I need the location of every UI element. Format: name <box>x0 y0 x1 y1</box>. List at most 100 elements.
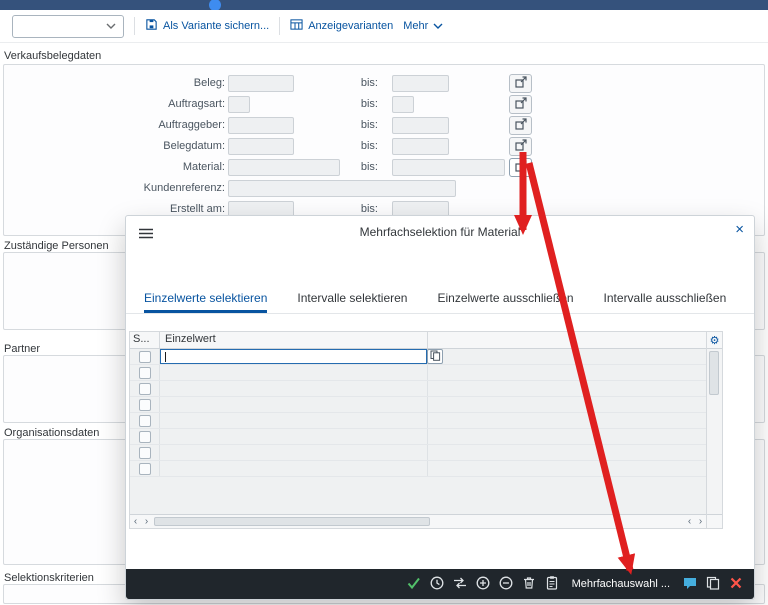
belegdatum-bis-input[interactable] <box>392 138 449 155</box>
scroll-left-icon[interactable]: ‹ <box>684 516 695 528</box>
minus-circle-icon <box>498 575 514 594</box>
cancel-button[interactable] <box>727 576 744 593</box>
row-checkbox[interactable] <box>139 431 151 443</box>
multiselect-icon <box>515 160 527 175</box>
filler-cell <box>428 397 706 412</box>
auftragsart-bis-input[interactable] <box>392 96 414 113</box>
selection-tabs: Einzelwerte selektieren Intervalle selek… <box>126 288 754 314</box>
field-label-belegdatum: Belegdatum: <box>60 140 225 152</box>
apply-button[interactable] <box>406 576 423 593</box>
filler-cell <box>428 365 706 380</box>
dialog-footer-toolbar: Mehrfachauswahl ... <box>126 569 754 599</box>
auftraggeber-bis-input[interactable] <box>392 117 449 134</box>
auftraggeber-input[interactable] <box>228 117 294 134</box>
row-checkbox[interactable] <box>139 447 151 459</box>
value-cell[interactable] <box>160 365 428 380</box>
kundenreferenz-input[interactable] <box>228 180 456 197</box>
hscroll-track[interactable] <box>152 515 684 528</box>
save-variant-icon <box>145 18 158 34</box>
beleg-multiselect-button[interactable] <box>509 74 532 93</box>
table-right-rail: ⚙ <box>706 332 722 528</box>
vertical-scrollbar[interactable] <box>707 349 722 514</box>
transfer-button[interactable] <box>452 576 469 593</box>
select-cell <box>130 413 160 428</box>
save-variant-button[interactable]: Als Variante sichern... <box>145 18 269 34</box>
cell-paste-button[interactable] <box>427 349 443 364</box>
value-cell[interactable] <box>160 397 428 412</box>
column-header-select: S... <box>130 332 160 348</box>
value-cell[interactable] <box>160 461 428 476</box>
section-title-zustaendige-personen: Zuständige Personen <box>4 240 109 252</box>
scroll-right-icon[interactable]: › <box>695 516 706 528</box>
select-cell <box>130 397 160 412</box>
row-checkbox[interactable] <box>139 463 151 475</box>
value-cell[interactable] <box>160 413 428 428</box>
horizontal-scrollbar[interactable]: ‹ › ‹ › <box>130 514 706 528</box>
value-cell[interactable] <box>160 381 428 396</box>
belegdatum-input[interactable] <box>228 138 294 155</box>
row-checkbox[interactable] <box>139 383 151 395</box>
table-row-active <box>130 349 706 365</box>
tab-einzelwerte-ausschliessen[interactable]: Einzelwerte ausschließen <box>437 288 573 313</box>
history-button[interactable] <box>429 576 446 593</box>
note-button[interactable] <box>681 576 698 593</box>
scrollbar-corner <box>707 514 722 528</box>
table-row <box>130 381 706 397</box>
auftragsart-input[interactable] <box>228 96 250 113</box>
value-cell <box>160 349 428 364</box>
copy-button[interactable] <box>704 576 721 593</box>
material-multiselect-button[interactable] <box>509 158 532 177</box>
clipboard-icon <box>544 575 560 594</box>
tab-intervalle-ausschliessen[interactable]: Intervalle ausschließen <box>604 288 727 313</box>
auftragsart-multiselect-button[interactable] <box>509 95 532 114</box>
row-checkbox[interactable] <box>139 415 151 427</box>
display-variants-button[interactable]: Anzeigevarianten <box>290 18 393 34</box>
insert-row-button[interactable] <box>475 576 492 593</box>
belegdatum-multiselect-button[interactable] <box>509 137 532 156</box>
shell-bar <box>0 0 768 10</box>
row-checkbox[interactable] <box>139 351 151 363</box>
table-header: S... Einzelwert <box>130 332 706 349</box>
value-cell[interactable] <box>160 429 428 444</box>
copy-pages-icon <box>430 349 441 364</box>
field-label-erstellt-am: Erstellt am: <box>60 203 225 215</box>
field-label-kundenreferenz: Kundenreferenz: <box>60 182 225 194</box>
vscroll-thumb[interactable] <box>709 351 719 395</box>
beleg-input[interactable] <box>228 75 294 92</box>
delete-row-button[interactable] <box>498 576 515 593</box>
more-button[interactable]: Mehr <box>403 20 443 32</box>
table-grid: S... Einzelwert <box>130 332 706 528</box>
multiselect-icon <box>515 118 527 133</box>
row-checkbox[interactable] <box>139 399 151 411</box>
table-row <box>130 445 706 461</box>
table-row <box>130 461 706 477</box>
transfer-arrows-icon <box>452 575 468 594</box>
table-grid-icon <box>290 18 303 34</box>
multiselect-icon <box>515 76 527 91</box>
einzelwert-input[interactable] <box>160 349 427 364</box>
scroll-left-icon[interactable]: ‹ <box>130 516 141 528</box>
toolbar-divider <box>279 17 280 35</box>
dialog-close-button[interactable]: × <box>735 221 744 238</box>
scroll-right-icon[interactable]: › <box>141 516 152 528</box>
material-bis-input[interactable] <box>392 159 505 176</box>
tab-einzelwerte-selektieren[interactable]: Einzelwerte selektieren <box>144 288 267 313</box>
dialog-menu-button[interactable] <box>139 227 153 242</box>
gear-icon[interactable]: ⚙ <box>710 335 720 346</box>
mehrfachauswahl-button[interactable]: Mehrfachauswahl ... <box>572 578 670 590</box>
screen: Als Variante sichern... Anzeigevarianten… <box>0 0 768 605</box>
beleg-bis-input[interactable] <box>392 75 449 92</box>
tab-intervalle-selektieren[interactable]: Intervalle selektieren <box>297 288 407 313</box>
hscroll-thumb[interactable] <box>154 517 430 526</box>
clipboard-button[interactable] <box>544 576 561 593</box>
plus-circle-icon <box>475 575 491 594</box>
select-cell <box>130 365 160 380</box>
value-cell[interactable] <box>160 445 428 460</box>
row-checkbox[interactable] <box>139 367 151 379</box>
auftraggeber-multiselect-button[interactable] <box>509 116 532 135</box>
variant-combobox[interactable] <box>12 15 124 38</box>
delete-all-button[interactable] <box>521 576 538 593</box>
bis-label: bis: <box>340 119 378 131</box>
material-input[interactable] <box>228 159 340 176</box>
toolbar-divider <box>134 17 135 35</box>
